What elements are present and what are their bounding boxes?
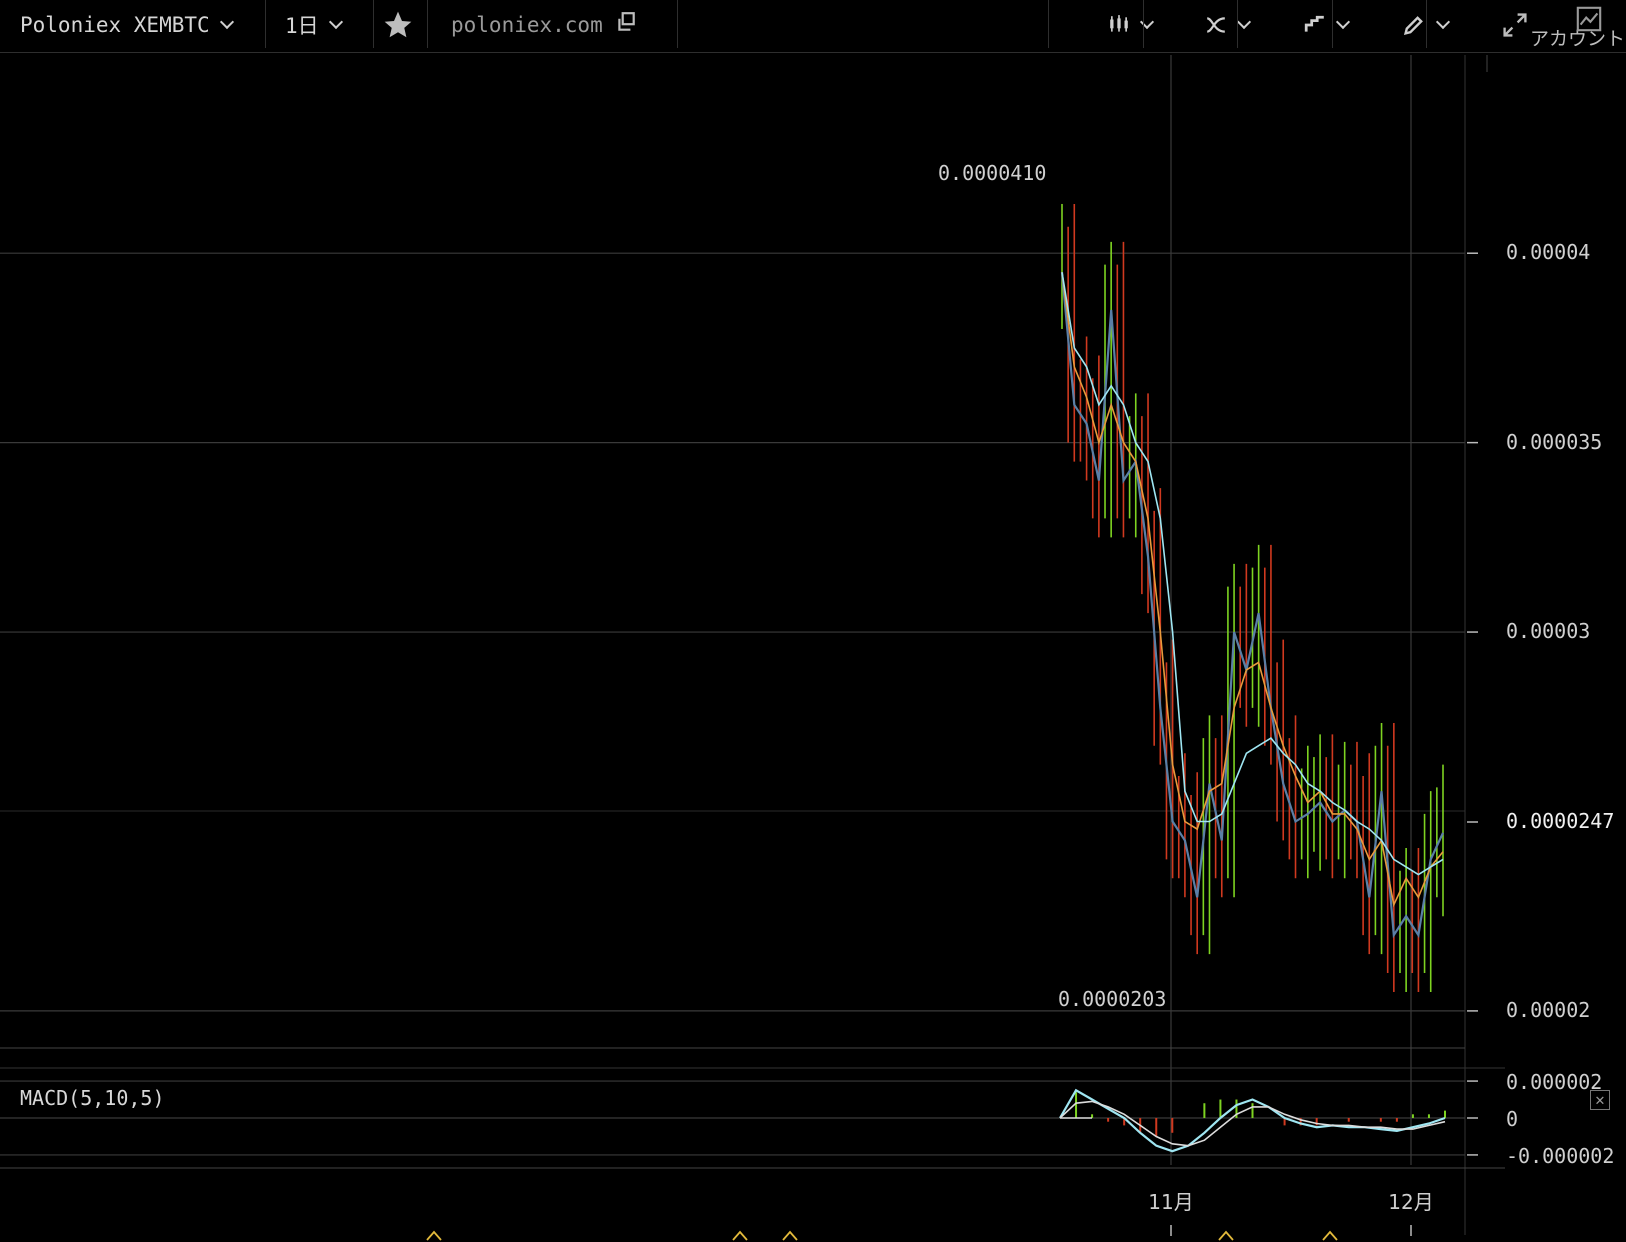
source-label: poloniex.com xyxy=(451,13,603,37)
x-tick-label: 11月 xyxy=(1148,1190,1193,1214)
toolbar-divider xyxy=(1332,0,1333,48)
chevron-down-icon xyxy=(1435,14,1451,30)
toolbar-divider xyxy=(427,0,428,48)
chevron-down-icon xyxy=(1335,14,1351,30)
line-type-icon xyxy=(1304,15,1324,32)
chart-toolbar: Poloniex XEMBTC 1日 poloniex.com アカウント xyxy=(0,0,1626,53)
toolbar-divider xyxy=(265,0,266,48)
price-chart[interactable]: 11月 12月 0.000002 0 -0.000002 xyxy=(0,52,1626,1242)
star-icon xyxy=(384,11,412,38)
x-tick-label: 12月 xyxy=(1388,1190,1433,1214)
event-marker-icon xyxy=(1218,1230,1234,1241)
macd-y-tick-label: -0.000002 xyxy=(1506,1144,1614,1168)
symbol-label: Poloniex XEMBTC xyxy=(20,13,210,37)
macd-y-tick-label: 0.000002 xyxy=(1506,1070,1602,1094)
toolbar-divider xyxy=(373,0,374,48)
chart-type-button[interactable] xyxy=(1108,0,1155,50)
indicator-icon xyxy=(1206,17,1225,33)
fullscreen-icon xyxy=(1503,13,1527,37)
line-style-button[interactable] xyxy=(1304,0,1351,50)
high-price-label: 0.0000410 xyxy=(938,161,1047,185)
macd-line xyxy=(1059,1088,1446,1153)
event-marker-icon xyxy=(1322,1230,1338,1241)
toolbar-divider xyxy=(677,0,678,48)
pencil-icon xyxy=(1403,16,1423,36)
macd-title: MACD(5,10,5) xyxy=(20,1086,165,1110)
toolbar-divider xyxy=(1426,0,1427,48)
drawing-tools-button[interactable] xyxy=(1402,0,1451,50)
event-marker-icon xyxy=(426,1230,442,1241)
macd-pane: 0.000002 0 -0.000002 xyxy=(0,1070,1614,1241)
event-marker-icon xyxy=(732,1230,748,1241)
y-tick-label: 0.00003 xyxy=(1506,619,1591,644)
indicators-button[interactable] xyxy=(1205,0,1252,50)
external-link-icon xyxy=(618,12,635,31)
candles-icon xyxy=(1110,15,1128,32)
chart-settings-button[interactable] xyxy=(1575,0,1603,44)
y-tick-label: 0.000035 xyxy=(1506,429,1603,454)
chevron-down-icon xyxy=(1236,14,1252,30)
last-price-label: 0.0000247 xyxy=(1506,809,1615,833)
macd-y-tick-label: 0 xyxy=(1506,1107,1518,1131)
fullscreen-button[interactable] xyxy=(1502,0,1528,50)
chart-icon xyxy=(1576,6,1602,32)
candlestick-series xyxy=(1061,203,1444,992)
chart-grid: 11月 12月 xyxy=(0,55,1505,1236)
chevron-down-icon xyxy=(328,14,343,30)
y-tick-label: 0.00004 xyxy=(1506,240,1591,265)
toolbar-divider xyxy=(1143,0,1144,48)
low-price-label: 0.0000203 xyxy=(1058,987,1167,1011)
toolbar-divider xyxy=(1048,0,1049,48)
favorite-button[interactable] xyxy=(382,0,414,50)
close-icon[interactable]: ✕ xyxy=(1590,1090,1610,1110)
interval-selector[interactable]: 1日 xyxy=(285,0,343,50)
event-marker-icon xyxy=(782,1230,798,1241)
chevron-down-icon xyxy=(219,14,234,30)
symbol-selector[interactable]: Poloniex XEMBTC xyxy=(20,0,234,50)
toolbar-divider xyxy=(1237,0,1238,48)
y-tick-label: 0.00002 xyxy=(1506,997,1591,1022)
source-link[interactable]: poloniex.com xyxy=(451,0,637,50)
interval-label: 1日 xyxy=(285,14,319,38)
